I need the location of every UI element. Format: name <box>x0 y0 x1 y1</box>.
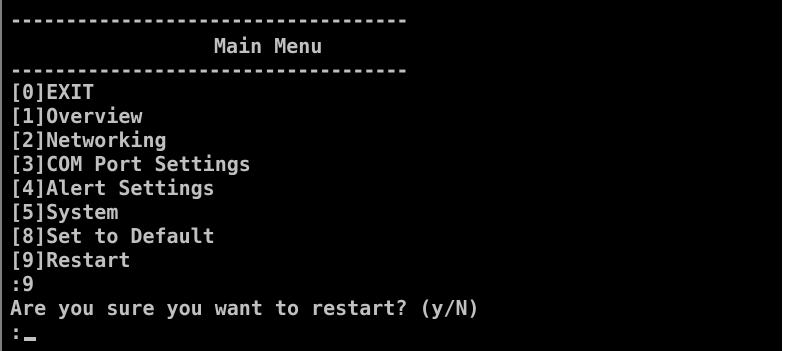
menu-item-com-port-settings: [3]COM Port Settings <box>10 152 251 176</box>
input-prompt: : <box>10 320 23 344</box>
separator-top: ------------------------------------ <box>10 8 408 32</box>
window-frame-right <box>782 0 797 351</box>
menu-title: Main Menu <box>214 34 323 58</box>
menu-item-system: [5]System <box>10 200 119 224</box>
input-line[interactable]: : <box>10 320 37 344</box>
menu-item-overview: [1]Overview <box>10 104 143 128</box>
menu-item-networking: [2]Networking <box>10 128 167 152</box>
menu-item-alert-settings: [4]Alert Settings <box>10 176 215 200</box>
console-window: ------------------------------------ Mai… <box>0 0 797 351</box>
menu-item-exit: [0]EXIT <box>10 80 95 104</box>
separator-bottom: ------------------------------------ <box>10 58 408 82</box>
text-cursor <box>24 337 37 341</box>
input-echo: :9 <box>10 272 35 296</box>
confirm-prompt: Are you sure you want to restart? (y/N) <box>10 296 480 320</box>
menu-item-restart: [9]Restart <box>10 248 131 272</box>
terminal-screen[interactable]: ------------------------------------ Mai… <box>2 0 782 351</box>
menu-item-set-to-default: [8]Set to Default <box>10 224 215 248</box>
